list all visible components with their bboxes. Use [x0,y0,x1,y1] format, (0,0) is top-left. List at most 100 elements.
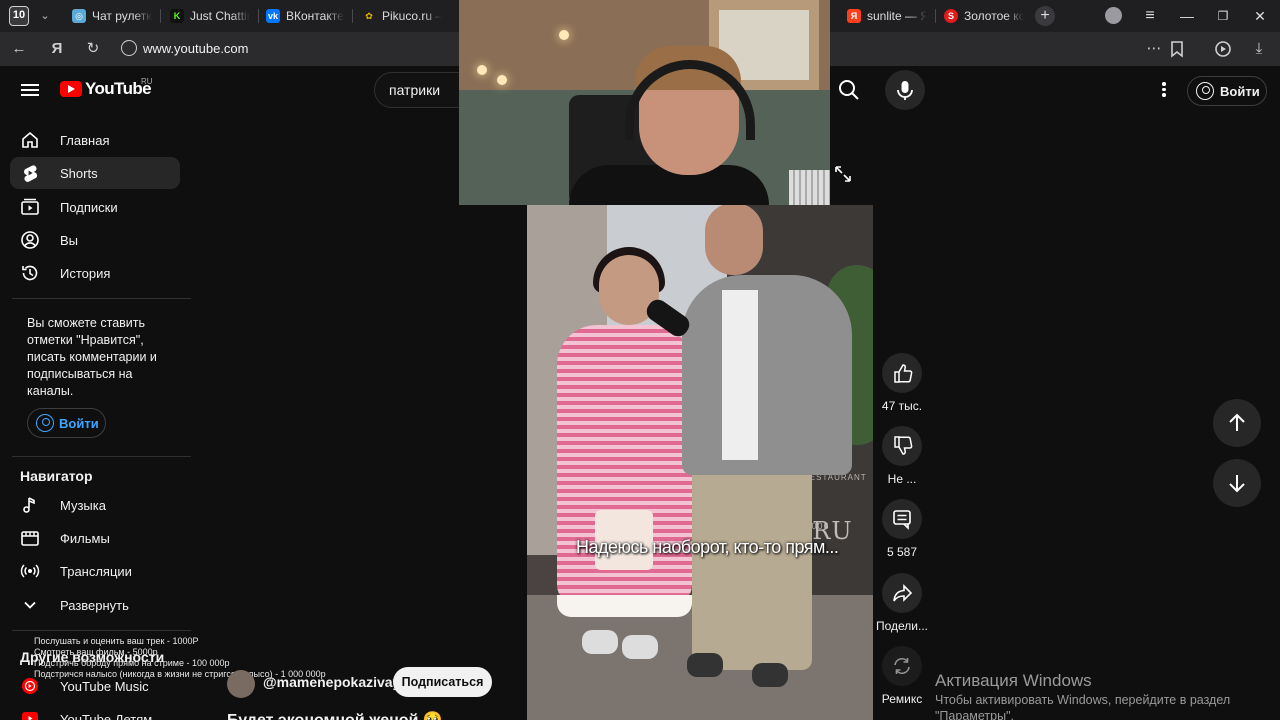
video-caption: Надеюсь наоборот, кто-то прям... [576,537,839,557]
arrow-up-icon [1229,413,1245,431]
yandex-home-icon[interactable]: Я [45,37,69,61]
search-input[interactable]: патрики [389,82,440,98]
youtube-kids-icon [22,712,38,720]
remix-icon [894,657,910,675]
browser-tab[interactable]: K Just Chatting [170,5,250,27]
chat-roulette-favicon-icon: ◎ [72,9,86,23]
remix-label: Ремикс [881,692,923,706]
back-arrow-icon[interactable]: ← [7,37,31,61]
reload-icon[interactable]: ↻ [81,37,105,61]
tab-title: ВКонтакте [286,9,344,23]
next-short-button[interactable] [1213,459,1261,507]
site-info-shield-icon[interactable] [121,40,137,56]
channel-avatar[interactable] [227,670,255,698]
youtube-logo-icon[interactable] [60,81,82,97]
close-window-icon[interactable]: ✕ [1248,4,1272,28]
like-button[interactable] [882,353,922,393]
live-icon [20,564,40,578]
new-tab-plus-icon[interactable]: + [1035,6,1055,26]
kick-favicon-icon: K [170,9,184,23]
tab-title: Чат рулетка [92,9,152,23]
tab-title: Pikuco.ru — [382,9,442,23]
tab-title: Золотое ко [964,9,1024,23]
subscribe-button[interactable]: Подписаться [393,667,492,697]
arrow-down-icon [1229,475,1245,493]
search-icon [839,80,859,100]
more-actions-icon[interactable]: ⋯ [1142,37,1166,61]
sidebar-item-youtube-kids[interactable]: YouTube Детям [10,703,180,720]
microphone-icon [897,81,913,100]
guide-menu-icon[interactable] [21,84,39,96]
url-field[interactable]: www.youtube.com [143,41,249,56]
downloads-icon[interactable]: ⤓ [1247,37,1271,61]
sidebar-item-films[interactable]: Фильмы [10,522,180,554]
settings-kebab-icon[interactable] [1155,80,1173,100]
sidebar-item-music[interactable]: Музыка [10,489,180,521]
signin-hint-text: Вы сможете ставить отметки "Нравится", п… [27,316,157,398]
tab-title: Just Chatting [190,9,250,23]
sidebar-item-subscriptions[interactable]: Подписки [10,191,180,223]
short-title[interactable]: Будет экономной женой 🥺 [227,710,443,720]
sidebar-item-you[interactable]: Вы [10,224,180,256]
share-icon [893,584,913,602]
share-button[interactable] [882,573,922,613]
account-circle-icon [36,414,54,432]
tab-count-badge[interactable]: 10 [9,6,29,26]
windows-activation-text: "Параметры". [935,709,1014,720]
remix-button[interactable] [882,646,922,686]
video-popup-icon[interactable] [1211,37,1235,61]
region-code: RU [141,77,153,86]
bookmark-icon[interactable] [1165,37,1189,61]
yandex-favicon-icon: Я [847,9,861,23]
like-count: 47 тыс. [881,399,923,413]
man-figure [682,275,852,475]
vk-favicon-icon: vk [266,9,280,23]
sidebar-item-live[interactable]: Трансляции [10,555,180,587]
dislike-label: Не ... [887,472,917,486]
navigator-section-title: Навигатор [20,468,93,484]
sidebar-item-shorts[interactable]: Shorts [10,157,180,189]
comments-button[interactable] [882,499,922,539]
browser-tab[interactable]: vk ВКонтакте [266,5,344,27]
sidebar-divider [12,456,191,457]
tabs-menu-chevron-icon[interactable]: ⌄ [36,5,54,27]
shorts-video-player[interactable]: D RESTAURANT D CRU E 2006 [527,205,873,720]
youtube-music-icon [22,678,38,694]
previous-short-button[interactable] [1213,399,1261,447]
thumbs-down-icon [894,436,913,455]
music-icon [23,497,35,513]
minimize-icon[interactable]: — [1175,4,1199,28]
channel-name[interactable]: @mamenepokazivay [263,674,400,690]
restore-window-icon[interactable]: ❐ [1211,4,1235,28]
comment-count: 5 587 [886,545,918,559]
films-icon [21,531,39,546]
history-icon [22,265,38,281]
signin-label: Войти [59,415,99,431]
you-icon [21,231,39,249]
browser-tab[interactable]: Я sunlite — Ян [847,5,927,27]
search-button[interactable] [828,72,870,108]
dislike-button[interactable] [882,426,922,466]
guide-sidebar: Главная Shorts Подписки Вы История Вы см… [0,114,191,720]
pikuco-favicon-icon: ✿ [365,11,373,21]
sidebar-item-expand[interactable]: Развернуть [10,589,180,621]
share-label: Подели... [875,619,929,633]
browser-menu-icon[interactable]: ≡ [1138,4,1162,28]
sidebar-item-history[interactable]: История [10,257,180,289]
header-signin-button[interactable]: Войти [1187,76,1267,106]
tab-title: sunlite — Ян [867,9,927,23]
browser-tab[interactable]: S Золотое ко [944,5,1024,27]
voice-search-button[interactable] [885,70,925,110]
windows-activation-title: Активация Windows [935,671,1092,690]
sokolov-favicon-icon: S [944,9,958,23]
chevron-down-icon [24,601,36,609]
expand-icon[interactable] [834,165,852,183]
subscriptions-icon [21,198,39,215]
stream-overlay-line: Послушать и оценить ваш трек - 1000Р [34,636,199,646]
sidebar-item-home[interactable]: Главная [10,124,180,156]
browser-tab[interactable]: ✿ Pikuco.ru — [362,5,442,27]
browser-tab[interactable]: ◎ Чат рулетка [72,5,152,27]
browser-profile-avatar[interactable] [1105,7,1122,24]
streamer-webcam [459,0,830,205]
sidebar-signin-button[interactable]: Войти [27,408,106,438]
